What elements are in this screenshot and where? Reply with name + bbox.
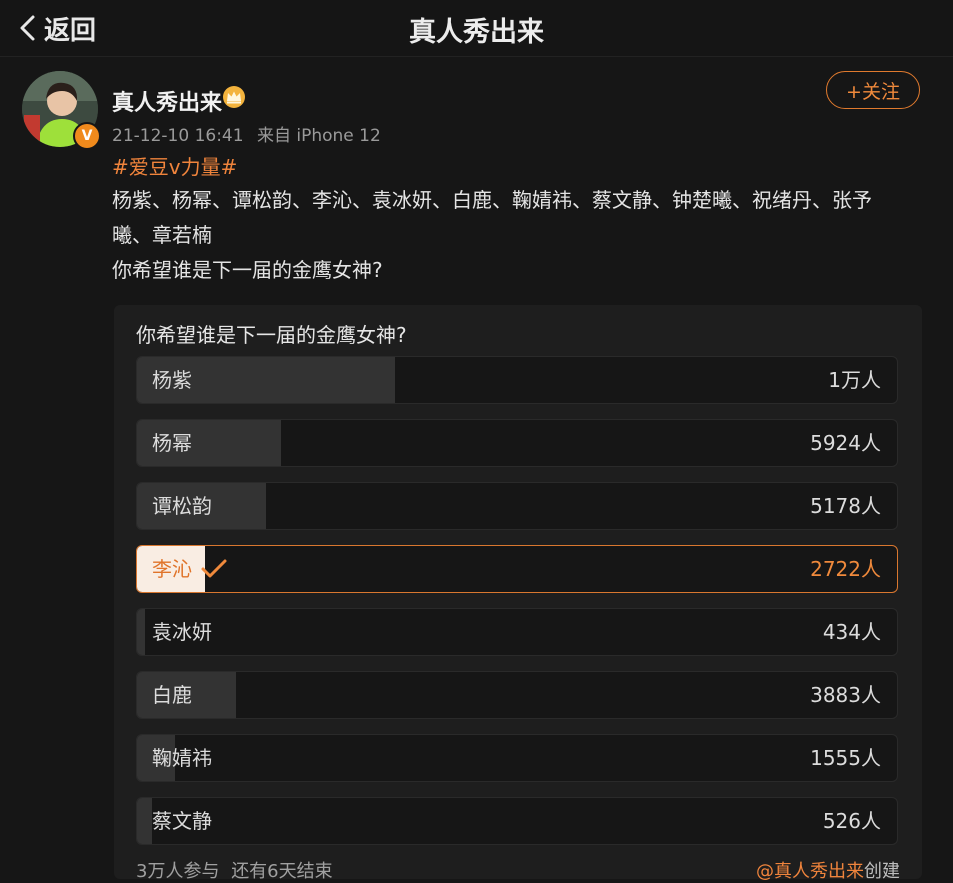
poll-option-count: 434人 xyxy=(822,620,881,644)
post-meta: 21-12-10 16:41 来自 iPhone 12 xyxy=(112,121,381,146)
poll-option-count: 1555人 xyxy=(810,746,881,770)
poll-option-label: 蔡文静 xyxy=(152,809,212,833)
topic-hashtag[interactable]: #爱豆v力量# xyxy=(112,151,237,180)
poll-option-label: 谭松韵 xyxy=(152,494,212,518)
poll-option-count: 1万人 xyxy=(828,368,881,392)
post-time: 21-12-10 16:41 xyxy=(112,126,244,146)
poll-option[interactable]: 蔡文静 526人 xyxy=(136,797,898,845)
poll-option-label: 杨幂 xyxy=(152,431,192,455)
poll-option-count: 5178人 xyxy=(810,494,881,518)
poll-option[interactable]: 谭松韵 5178人 xyxy=(136,482,898,530)
post-text-line: 杨紫、杨幂、谭松韵、李沁、袁冰妍、白鹿、鞠婧祎、蔡文静、钟楚曦、祝绪丹、张予 xyxy=(112,188,872,212)
poll-option-label: 杨紫 xyxy=(152,368,192,392)
verified-badge: V xyxy=(73,122,101,150)
poll-option-label: 白鹿 xyxy=(152,683,192,707)
poll-option-label: 鞠婧祎 xyxy=(152,746,212,770)
top-bar: 返回 真人秀出来 xyxy=(0,0,953,57)
poll-option[interactable]: 杨紫 1万人 xyxy=(136,356,898,404)
follow-button[interactable]: +关注 xyxy=(826,71,920,109)
page-title: 真人秀出来 xyxy=(409,17,544,48)
poll-option-count: 5924人 xyxy=(810,431,881,455)
poll-option-label: 袁冰妍 xyxy=(152,620,212,644)
post-text-line: 你希望谁是下一届的金鹰女神? xyxy=(112,258,383,282)
poll-creator: @真人秀出来创建 xyxy=(756,857,900,883)
poll-footer: 3万人参与 还有6天结束 xyxy=(136,857,333,883)
post-text-line: 曦、章若楠 xyxy=(112,223,212,247)
author-name[interactable]: 真人秀出来 xyxy=(112,85,222,117)
poll-option[interactable]: 李沁 2722人 xyxy=(136,545,898,593)
poll-question: 你希望谁是下一届的金鹰女神? xyxy=(136,323,407,347)
poll-option-count: 526人 xyxy=(822,809,881,833)
poll-option[interactable]: 鞠婧祎 1555人 xyxy=(136,734,898,782)
weibo-post: V 真人秀出来 21-12-10 16:41 来自 iPhone 12 +关注 … xyxy=(0,57,953,882)
poll-card: 你希望谁是下一届的金鹰女神? 杨紫 1万人杨幂 5924人谭松韵 5178人李沁 272… xyxy=(114,305,922,882)
crown-icon xyxy=(223,86,245,108)
poll-option-label: 李沁 xyxy=(152,557,192,581)
poll-option-count: 3883人 xyxy=(810,683,881,707)
poll-option[interactable]: 袁冰妍 434人 xyxy=(136,608,898,656)
poll-option[interactable]: 杨幂 5924人 xyxy=(136,419,898,467)
poll-option[interactable]: 白鹿 3883人 xyxy=(136,671,898,719)
poll-option-bar xyxy=(137,609,145,655)
post-text: 杨紫、杨幂、谭松韵、李沁、袁冰妍、白鹿、鞠婧祎、蔡文静、钟楚曦、祝绪丹、张予 曦… xyxy=(112,183,912,288)
checkmark-icon xyxy=(201,559,227,578)
poll-option-count: 2722人 xyxy=(810,557,881,581)
post-source: 来自 iPhone 12 xyxy=(256,126,381,146)
poll-option-bar xyxy=(137,798,152,844)
